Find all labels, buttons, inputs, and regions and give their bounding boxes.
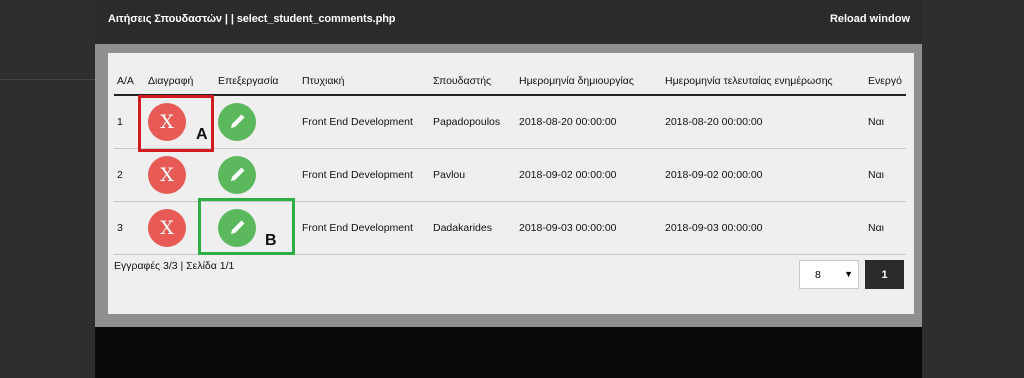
per-page-select[interactable]: 8 ▼ <box>799 260 859 289</box>
chevron-down-icon: ▼ <box>844 269 853 279</box>
updated-cell: 2018-09-02 00:00:00 <box>662 148 865 202</box>
left-background <box>0 0 95 378</box>
content-panel: Α/Α Διαγραφή Επεξεργασία Πτυχιακή Σπουδα… <box>108 53 914 314</box>
created-cell: 2018-08-20 00:00:00 <box>516 95 662 149</box>
student-cell: Dadakarides <box>430 201 516 255</box>
edit-button[interactable] <box>218 102 256 141</box>
window-title: Αιτήσεις Σπουδαστών | | select_student_c… <box>108 13 396 25</box>
thesis-cell: Front End Development <box>299 201 430 255</box>
created-cell: 2018-09-02 00:00:00 <box>516 148 662 202</box>
records-info: Εγγραφές 3/3 | Σελίδα 1/1 <box>114 260 235 272</box>
created-cell: 2018-09-03 00:00:00 <box>516 201 662 255</box>
edit-cell <box>215 95 299 149</box>
bottom-background <box>95 327 922 378</box>
header-student: Σπουδαστής <box>430 68 516 96</box>
table-row: 1 X Front End Development Papadopoulos 2… <box>114 95 906 149</box>
pencil-icon <box>231 114 245 128</box>
annotation-label-b: B <box>265 232 277 249</box>
annotation-box-b <box>198 198 295 255</box>
annotation-label-a: A <box>196 126 208 143</box>
header-created: Ημερομηνία δημιουργίας <box>516 68 662 96</box>
student-cell: Papadopoulos <box>430 95 516 149</box>
header-index: Α/Α <box>114 68 145 96</box>
reload-window-button[interactable]: Reload window <box>830 13 910 25</box>
edit-cell <box>215 148 299 202</box>
right-background <box>922 0 1024 378</box>
student-cell: Pavlou <box>430 148 516 202</box>
per-page-value: 8 <box>815 269 821 281</box>
header-delete: Διαγραφή <box>145 68 215 96</box>
window-titlebar: Αιτήσεις Σπουδαστών | | select_student_c… <box>95 0 922 44</box>
updated-cell: 2018-09-03 00:00:00 <box>662 201 865 255</box>
table-row: 2 X Front End Development Pavlou 2018-09… <box>114 148 906 202</box>
header-active: Ενεργό <box>865 68 906 96</box>
divider <box>0 79 95 80</box>
table-header-row: Α/Α Διαγραφή Επεξεργασία Πτυχιακή Σπουδα… <box>114 68 906 96</box>
header-edit: Επεξεργασία <box>215 68 299 96</box>
active-cell: Ναι <box>865 95 906 149</box>
delete-button[interactable]: X <box>148 208 186 247</box>
thesis-cell: Front End Development <box>299 95 430 149</box>
active-cell: Ναι <box>865 201 906 255</box>
header-updated: Ημερομηνία τελευταίας ενημέρωσης <box>662 68 865 96</box>
delete-cell: X <box>145 148 215 202</box>
row-index: 2 <box>114 148 145 202</box>
updated-cell: 2018-08-20 00:00:00 <box>662 95 865 149</box>
edit-button[interactable] <box>218 155 256 194</box>
thesis-cell: Front End Development <box>299 148 430 202</box>
active-cell: Ναι <box>865 148 906 202</box>
pencil-icon <box>231 167 245 181</box>
page-button[interactable]: 1 <box>865 260 904 289</box>
delete-button[interactable]: X <box>148 155 186 194</box>
header-thesis: Πτυχιακή <box>299 68 430 96</box>
row-index: 3 <box>114 201 145 255</box>
